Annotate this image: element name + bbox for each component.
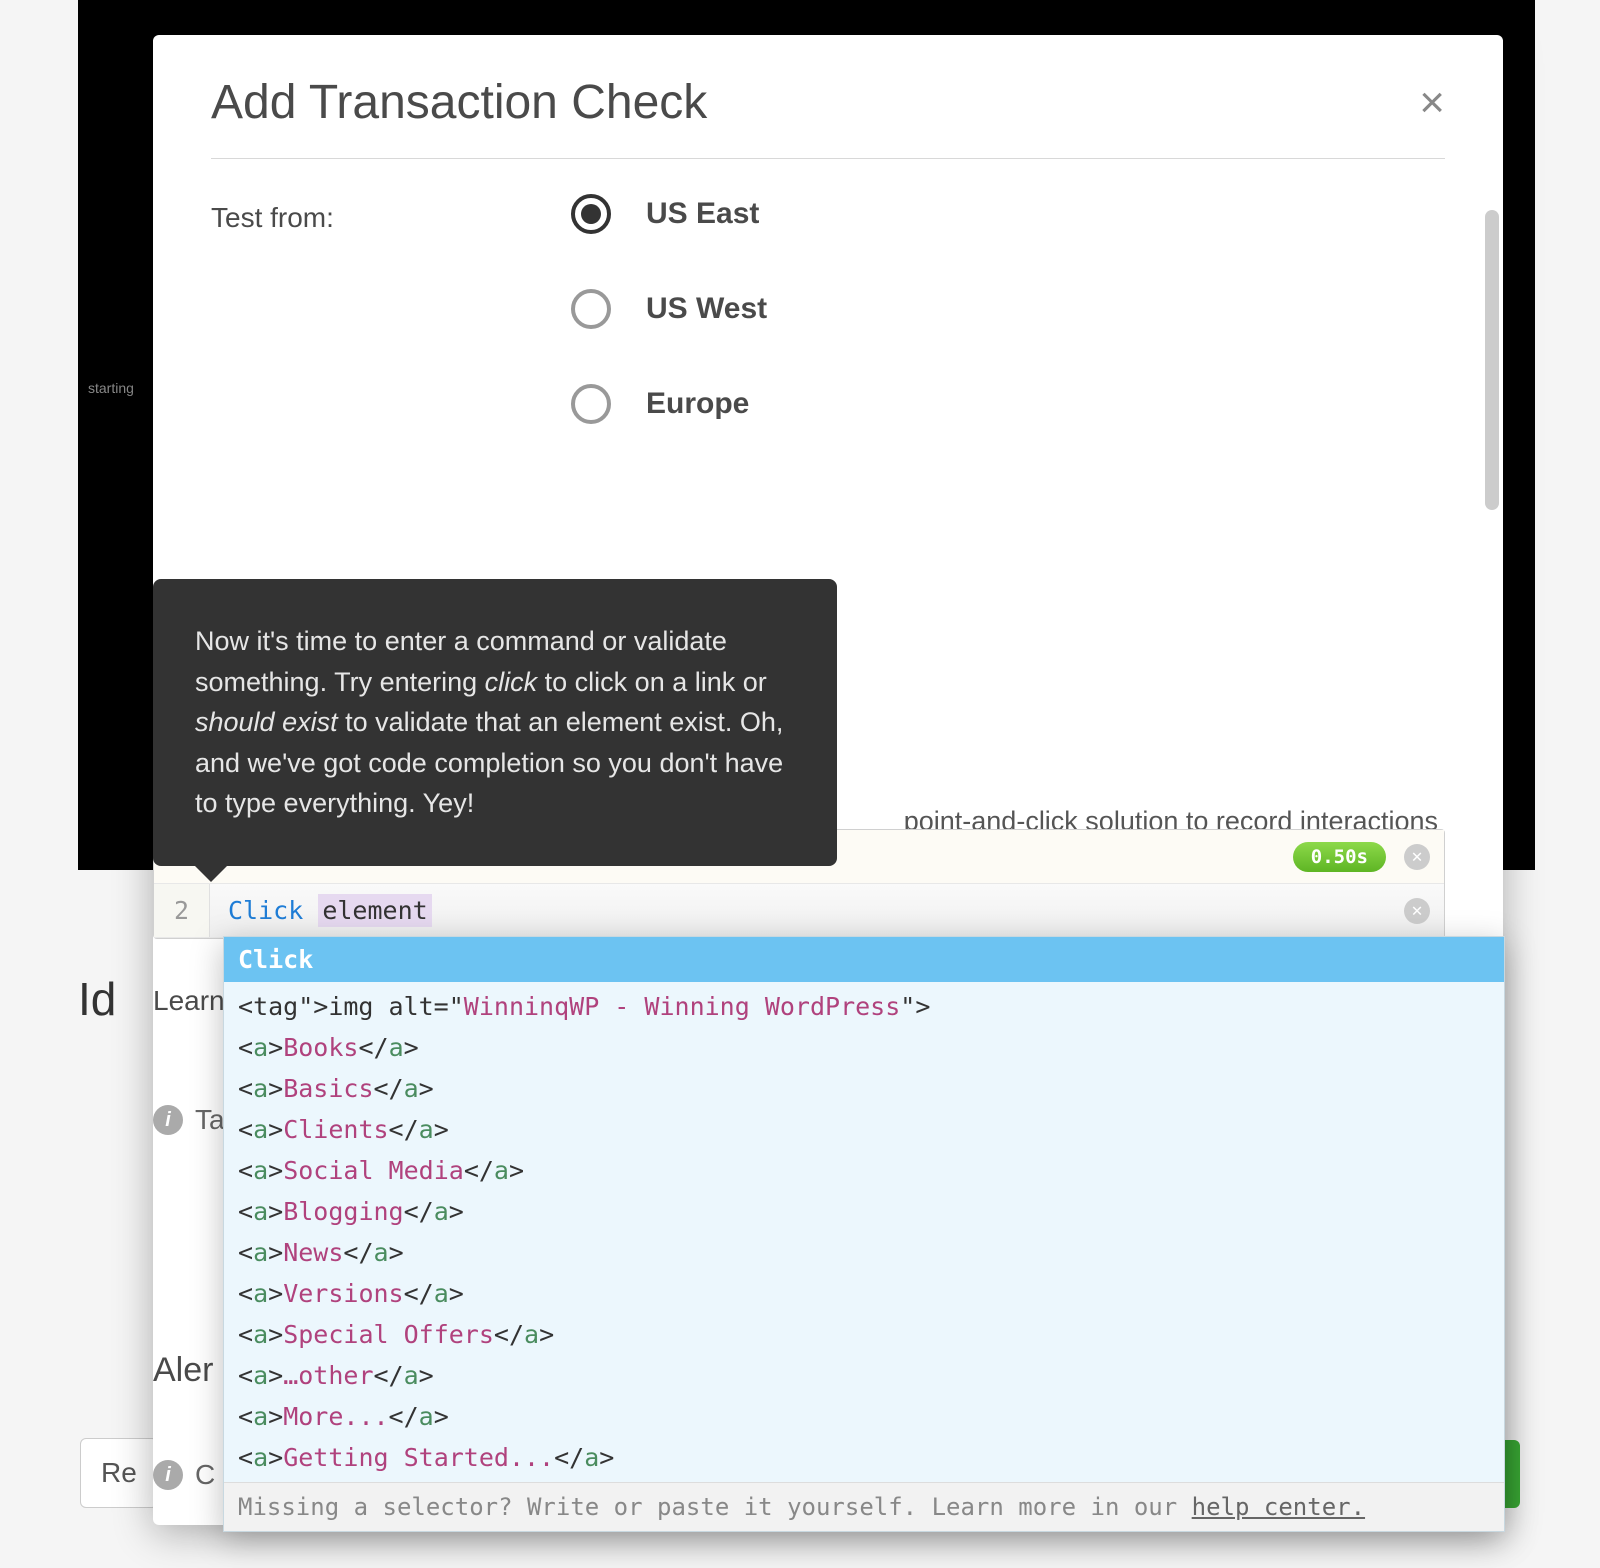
footer-text: Missing a selector? Write or paste it yo… bbox=[238, 1493, 1192, 1521]
tooltip-em-exist: should exist bbox=[195, 707, 338, 737]
autocomplete-item[interactable]: <a>Basics</a> bbox=[224, 1068, 1504, 1109]
radio-us-east[interactable]: US East bbox=[571, 194, 1445, 234]
modal-body: Test from: US East US West Europe point-… bbox=[153, 159, 1503, 1379]
radio-label: Europe bbox=[646, 387, 749, 421]
autocomplete-footer: Missing a selector? Write or paste it yo… bbox=[224, 1482, 1504, 1531]
modal-header: Add Transaction Check × bbox=[153, 35, 1503, 130]
help-center-link[interactable]: help center. bbox=[1192, 1493, 1365, 1521]
info-icon: i bbox=[153, 1460, 183, 1490]
contacts-row: i C bbox=[153, 1459, 215, 1491]
command-keyword: Click bbox=[228, 896, 303, 925]
autocomplete-item[interactable]: <a>Special Offers</a> bbox=[224, 1314, 1504, 1355]
tags-row: i Ta bbox=[153, 1104, 225, 1136]
autocomplete-item[interactable]: <tag">img alt="WinninqWP - Winning WordP… bbox=[224, 986, 1504, 1027]
tooltip-arrow-icon bbox=[193, 864, 229, 882]
alert-heading: Aler bbox=[153, 1351, 213, 1390]
delete-line-icon[interactable]: ✕ bbox=[1404, 844, 1430, 870]
tooltip-text-2: to click on a link or bbox=[537, 667, 767, 697]
autocomplete-popup: Click <tag">img alt="WinninqWP - Winning… bbox=[223, 936, 1505, 1532]
radio-us-west[interactable]: US West bbox=[571, 289, 1445, 329]
editor-line-2[interactable]: 2 Click element ✕ bbox=[154, 884, 1444, 938]
line-content[interactable]: Click element bbox=[210, 896, 1444, 925]
radio-group-region: US East US West Europe bbox=[571, 194, 1445, 479]
delete-line-icon[interactable]: ✕ bbox=[1404, 898, 1430, 924]
radio-label: US West bbox=[646, 292, 767, 326]
line-number: 2 bbox=[154, 884, 210, 937]
background-input[interactable]: Re bbox=[80, 1438, 158, 1508]
radio-label: US East bbox=[646, 197, 759, 231]
test-from-label: Test from: bbox=[211, 194, 571, 234]
scrollbar-thumb[interactable] bbox=[1485, 210, 1499, 510]
duration-badge: 0.50s bbox=[1293, 842, 1386, 872]
info-icon: i bbox=[153, 1105, 183, 1135]
command-arg: element bbox=[318, 894, 431, 927]
add-transaction-modal: Add Transaction Check × Test from: US Ea… bbox=[153, 35, 1503, 1525]
autocomplete-item[interactable]: <a>…other</a> bbox=[224, 1355, 1504, 1396]
autocomplete-item[interactable]: <a>Getting Started...</a> bbox=[224, 1437, 1504, 1478]
autocomplete-item[interactable]: <a>More...</a> bbox=[224, 1396, 1504, 1437]
test-from-row: Test from: US East US West Europe bbox=[211, 194, 1445, 479]
bg-starting-label: starting bbox=[88, 380, 134, 396]
autocomplete-item[interactable]: <a>News</a> bbox=[224, 1232, 1504, 1273]
autocomplete-item[interactable]: <a>Clients</a> bbox=[224, 1109, 1504, 1150]
autocomplete-item[interactable]: <a>Blogging</a> bbox=[224, 1191, 1504, 1232]
radio-europe[interactable]: Europe bbox=[571, 384, 1445, 424]
tags-label: Ta bbox=[195, 1104, 225, 1136]
close-icon[interactable]: × bbox=[1419, 81, 1445, 125]
tooltip-em-click: click bbox=[485, 667, 538, 697]
autocomplete-item[interactable]: <a>Social Media</a> bbox=[224, 1150, 1504, 1191]
radio-icon bbox=[571, 194, 611, 234]
learn-more-label: Learn bbox=[153, 985, 225, 1017]
autocomplete-list: <tag">img alt="WinninqWP - Winning WordP… bbox=[224, 982, 1504, 1482]
autocomplete-item[interactable]: <a>Versions</a> bbox=[224, 1273, 1504, 1314]
radio-icon bbox=[571, 289, 611, 329]
autocomplete-item[interactable]: <a>Books</a> bbox=[224, 1027, 1504, 1068]
onboarding-tooltip: Now it's time to enter a command or vali… bbox=[153, 579, 837, 866]
modal-title: Add Transaction Check bbox=[211, 75, 1419, 130]
c-label: C bbox=[195, 1459, 215, 1491]
autocomplete-header[interactable]: Click bbox=[224, 937, 1504, 982]
radio-icon bbox=[571, 384, 611, 424]
